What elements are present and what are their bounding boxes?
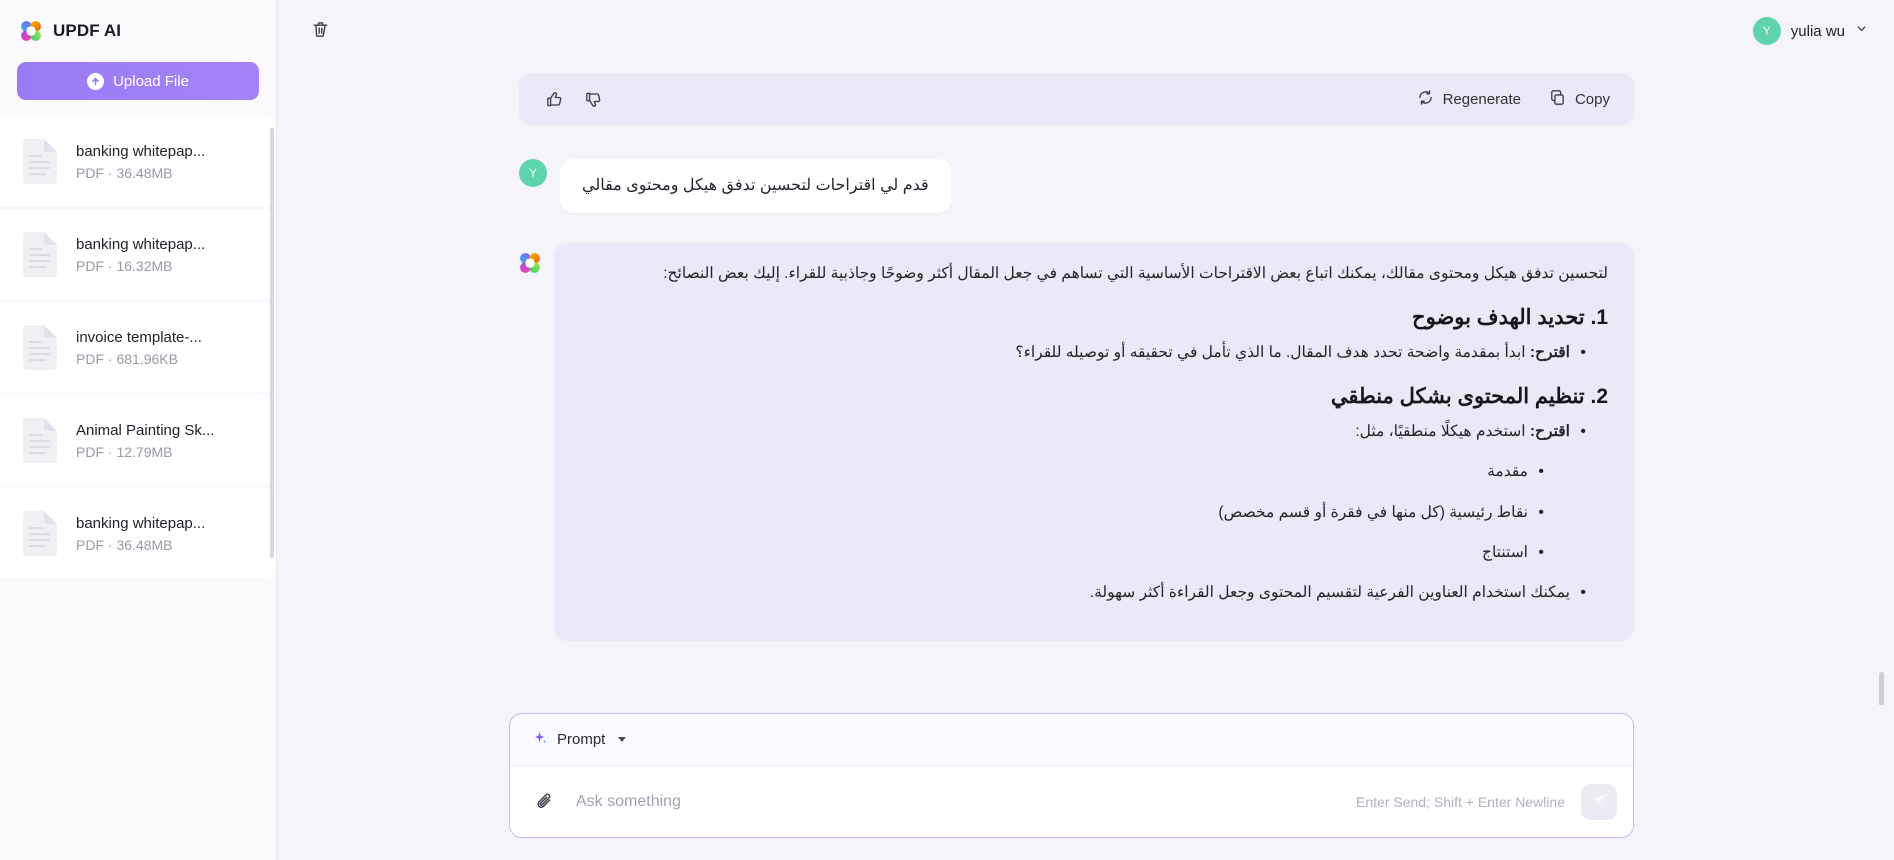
top-bar: Y yulia wu [277,0,1894,62]
composer: Prompt Enter Send; Shift + Enter Newline [509,713,1634,838]
user-message-row: Y قدم لي اقتراحات لتحسين تدفق هيكل ومحتو… [519,159,1634,213]
pdf-document-icon [20,417,60,465]
regenerate-button[interactable]: Regenerate [1417,89,1521,110]
ai-message-row: لتحسين تدفق هيكل ومحتوى مقالك، يمكنك اتب… [519,243,1634,641]
file-name: banking whitepap... [76,514,206,532]
app-root: UPDF AI Upload File banking whitepap... P… [0,0,1894,860]
list-item: نقاط رئيسية (كل منها في فقرة أو قسم مخصص… [580,499,1544,527]
file-name: banking whitepap... [76,142,206,160]
file-size: PDF · 36.48MB [76,164,173,181]
chevron-down-icon [1855,22,1868,40]
file-name: invoice template-... [76,328,202,346]
ai-section-1-list: اقترح: ابدأ بمقدمة واضحة تحدد هدف المقال… [580,339,1608,367]
composer-wrapper: Prompt Enter Send; Shift + Enter Newline [277,705,1894,860]
copy-button[interactable]: Copy [1549,89,1610,110]
updf-clover-logo-icon [20,20,42,42]
list-item: اقترح: استخدم هيكلًا منطقيًا، مثل: مقدمة… [580,418,1586,567]
file-name: banking whitepap... [76,235,206,253]
pdf-document-icon [20,324,60,372]
updf-clover-logo-icon [519,252,541,274]
ai-section-1-heading: 1. تحديد الهدف بوضوح [1412,305,1608,329]
list-item[interactable]: banking whitepap... PDF · 36.48MB [0,117,276,206]
file-name: Animal Painting Sk... [76,421,215,439]
ai-s2-bullet2-text: يمكنك استخدام العناوين الفرعية لتقسيم ال… [1089,584,1570,602]
chat-thread: Regenerate Copy Y قدم لي اقتراحات لتحسين… [509,73,1634,641]
user-message-bubble: قدم لي اقتراحات لتحسين تدفق هيكل ومحتوى … [560,159,951,213]
delete-conversation-button[interactable] [303,14,337,48]
ai-message-bubble: لتحسين تدفق هيكل ومحتوى مقالك، يمكنك اتب… [554,243,1634,641]
trash-bin-icon [311,20,330,42]
ai-section-2-list: اقترح: استخدم هيكلًا منطقيًا، مثل: مقدمة… [580,418,1608,607]
search-input[interactable] [574,791,1341,812]
upload-file-label: Upload File [113,72,189,90]
list-item: اقترح: ابدأ بمقدمة واضحة تحدد هدف المقال… [580,339,1586,367]
sidebar: UPDF AI Upload File banking whitepap... P… [0,0,277,860]
list-item[interactable]: Animal Painting Sk... PDF · 12.79MB [0,396,276,485]
regenerate-label: Regenerate [1442,90,1521,108]
file-meta: banking whitepap... PDF · 36.48MB [76,515,205,553]
list-item: يمكنك استخدام العناوين الفرعية لتقسيم ال… [580,579,1586,607]
file-size: PDF · 16.32MB [76,257,173,274]
ai-s2-bullet-text: استخدم هيكلًا منطقيًا، مثل: [1355,422,1530,440]
chat-scroll-area[interactable]: Regenerate Copy Y قدم لي اقتراحات لتحسين… [277,62,1894,705]
sidebar-scrollbar[interactable] [270,128,274,558]
thumbs-up-icon[interactable] [545,90,564,109]
pdf-document-icon [20,510,60,558]
chevron-down-icon [618,737,627,742]
copy-icon [1549,89,1566,110]
composer-input-row: Enter Send; Shift + Enter Newline [510,766,1633,837]
paperclip-icon[interactable] [532,789,558,815]
file-meta: banking whitepap... PDF · 36.48MB [76,143,205,181]
pdf-document-icon [20,231,60,279]
prompt-label: Prompt [557,731,606,748]
feedback-actions [545,90,603,109]
composer-hint: Enter Send; Shift + Enter Newline [1356,793,1565,810]
list-item[interactable]: invoice template-... PDF · 681.96KB [0,303,276,392]
brand-header: UPDF AI [0,0,276,62]
upload-arrow-circle-icon [87,72,105,90]
file-list: banking whitepap... PDF · 36.48MB banking … [0,117,276,860]
upload-section: Upload File [0,62,276,100]
chat-scrollbar[interactable] [1879,672,1884,705]
main-panel: Y yulia wu Regenerate Copy Y قدم لي اقتر… [277,0,1894,860]
ai-section-2-sublist: مقدمة نقاط رئيسية (كل منها في فقرة أو قسم… [580,458,1570,567]
ai-s1-bullet-label: اقترح: [1529,343,1570,361]
file-meta: invoice template-... PDF · 681.96KB [76,329,202,367]
file-meta: Animal Painting Sk... PDF · 12.79MB [76,422,214,460]
prompt-selector[interactable]: Prompt [532,730,627,750]
send-paper-plane-icon [1591,792,1608,812]
ai-s2-bullet-label: اقترح: [1529,422,1570,440]
list-item: مقدمة [580,458,1544,486]
thumbs-down-icon[interactable] [584,90,603,109]
user-avatar: Y [519,159,547,187]
sparkle-icon [532,730,548,750]
brand-name: UPDF AI [53,21,122,40]
user-name: yulia wu [1790,22,1845,40]
refresh-icon [1417,89,1434,110]
list-item: استنتاج [580,539,1544,567]
ai-section-2-heading: 2. تنظيم المحتوى بشكل منطقي [1330,384,1608,408]
composer-toolbar: Prompt [510,714,1633,766]
list-item[interactable]: banking whitepap... PDF · 16.32MB [0,210,276,299]
file-size: PDF · 681.96KB [76,350,178,367]
file-size: PDF · 36.48MB [76,536,173,553]
list-item[interactable]: banking whitepap... PDF · 36.48MB [0,489,276,578]
file-meta: banking whitepap... PDF · 16.32MB [76,236,205,274]
user-menu[interactable]: Y yulia wu [1749,13,1874,49]
message-tools: Regenerate Copy [1417,89,1610,110]
file-size: PDF · 12.79MB [76,443,173,460]
copy-label: Copy [1574,90,1610,108]
ai-intro-paragraph: لتحسين تدفق هيكل ومحتوى مقالك، يمكنك اتب… [663,265,1608,282]
avatar: Y [1752,17,1781,45]
send-button[interactable] [1581,783,1617,820]
message-action-toolbar: Regenerate Copy [519,73,1634,125]
upload-file-button[interactable]: Upload File [17,62,259,100]
ai-s1-bullet-text: ابدأ بمقدمة واضحة تحدد هدف المقال. ما ال… [1015,343,1530,361]
pdf-document-icon [20,138,60,186]
